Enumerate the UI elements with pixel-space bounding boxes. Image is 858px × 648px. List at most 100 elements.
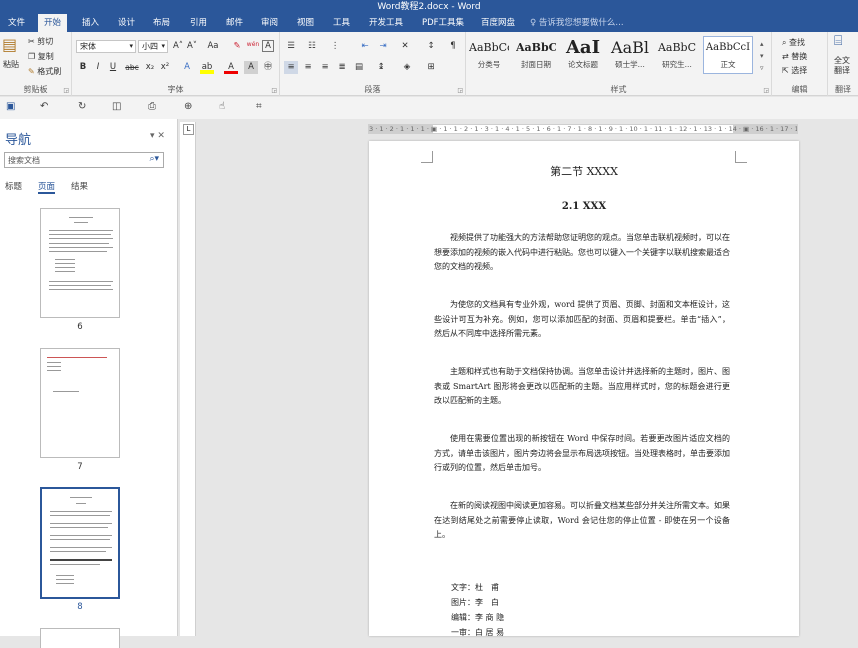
numbering-icon[interactable]: ☷ (305, 40, 319, 53)
subsection-heading: 2.1 XXX (561, 201, 607, 212)
tab-developer[interactable]: 开发工具 (363, 14, 409, 32)
close-icon[interactable]: ▾ ✕ (150, 131, 165, 141)
style-item[interactable]: AaBbC 研究生... (656, 36, 698, 74)
tab-mailings[interactable]: 邮件 (220, 14, 249, 32)
italic-button[interactable]: I (91, 61, 105, 74)
format-painter-button[interactable]: ✎ 格式刷 (28, 66, 61, 77)
shrink-font-button[interactable]: A˅ (185, 40, 199, 53)
tab-design[interactable]: 设计 (112, 14, 141, 32)
credit-line: 文字：杜 甫 (451, 583, 499, 592)
grow-font-button[interactable]: A˄ (171, 40, 185, 53)
tab-layout[interactable]: 布局 (147, 14, 176, 32)
clear-format-button[interactable]: ✎ (230, 40, 244, 53)
paste-icon[interactable]: ▤ (2, 36, 17, 54)
borders-icon[interactable]: ⊞ (424, 61, 438, 74)
replace-icon: ⇄ (782, 52, 789, 61)
tab-file[interactable]: 文件 (2, 14, 31, 32)
print-preview-icon[interactable]: ⎙ (148, 101, 156, 112)
style-item-selected[interactable]: AaBbCcI 正文 (703, 36, 753, 74)
char-border-button[interactable]: A (262, 40, 274, 52)
undo-icon[interactable]: ↶ (40, 101, 48, 112)
credit-line: 编辑：李 商 隐 (451, 613, 505, 622)
bold-button[interactable]: B (76, 61, 90, 74)
style-item[interactable]: AaBl 硕士学... (609, 36, 651, 74)
enclose-char-button[interactable]: ㊥ (261, 61, 275, 74)
paragraph-launcher-icon[interactable]: ◲ (457, 87, 463, 94)
page-thumbnail[interactable] (40, 208, 120, 318)
decrease-indent-icon[interactable]: ⇤ (358, 40, 372, 53)
style-name: 硕士学... (615, 60, 645, 69)
subscript-button[interactable]: x₂ (143, 61, 157, 74)
tab-pages[interactable]: 页面 (38, 180, 56, 194)
search-icon[interactable]: ⌕▾ (149, 154, 159, 164)
shading-icon[interactable]: ◈ (400, 61, 414, 74)
tab-view[interactable]: 视图 (291, 14, 320, 32)
chinese-layout-icon[interactable]: ✕ (398, 40, 412, 53)
font-launcher-icon[interactable]: ◲ (271, 87, 277, 94)
page-thumbnail-selected[interactable] (40, 487, 120, 599)
font-name-select[interactable]: 宋体 ▾ (76, 40, 136, 53)
select-button[interactable]: ⇱ 选择 (782, 65, 807, 76)
customize-icon[interactable]: ⌗ (256, 101, 262, 112)
align-right-icon[interactable]: ≡ (318, 61, 332, 74)
font-size-select[interactable]: 小四 ▾ (138, 40, 168, 53)
underline-button[interactable]: U (106, 61, 120, 74)
page-thumbnail[interactable] (40, 628, 120, 648)
body-paragraph: 主题和样式也有助于文档保持协调。当您单击设计并选择新的主题时，图片、图表或 Sm… (434, 367, 730, 405)
tell-me-box[interactable]: ♀ 告诉我您想要做什么... (530, 14, 624, 32)
justify-icon[interactable]: ≣ (335, 61, 349, 74)
translate-icon[interactable]: ⌸ (834, 34, 842, 48)
search-input[interactable]: 搜索文档 ⌕▾ (4, 152, 164, 168)
paste-button[interactable]: 粘贴 (3, 59, 19, 70)
tab-selector-button[interactable]: L (183, 124, 194, 135)
redo-icon[interactable]: ↻ (78, 101, 86, 112)
replace-button[interactable]: ⇄ 替换 (782, 51, 807, 62)
tab-headings[interactable]: 标题 (5, 180, 22, 192)
copy-button[interactable]: ❐ 复制 (28, 51, 54, 62)
page-thumbnail[interactable] (40, 348, 120, 458)
text-effects-button[interactable]: A (180, 61, 194, 74)
align-center-icon[interactable]: ≡ (301, 61, 315, 74)
zoom-icon[interactable]: ⊕ (184, 101, 192, 112)
save-icon[interactable]: ▣ (6, 101, 15, 112)
line-spacing-icon[interactable]: ↨ (374, 61, 388, 74)
style-item[interactable]: AaI 论文标题 (562, 36, 604, 74)
touch-mode-icon[interactable]: ☝ (219, 101, 225, 112)
full-translate-button[interactable]: 全文翻译 (834, 56, 854, 76)
styles-launcher-icon[interactable]: ◲ (763, 87, 769, 94)
cut-button[interactable]: ✂ 剪切 (28, 36, 53, 47)
bullets-icon[interactable]: ☰ (284, 40, 298, 53)
tab-baidu[interactable]: 百度网盘 (475, 14, 521, 32)
tab-pdf[interactable]: PDF工具集 (416, 14, 470, 32)
tab-insert[interactable]: 插入 (76, 14, 105, 32)
sort-icon[interactable]: ↕ (424, 40, 438, 53)
columns-icon[interactable]: ◫ (112, 101, 121, 112)
style-name: 封面日期 (521, 60, 551, 69)
char-shading-button[interactable]: A (244, 61, 258, 74)
increase-indent-icon[interactable]: ⇥ (376, 40, 390, 53)
tab-home[interactable]: 开始 (38, 14, 68, 32)
pinyin-button[interactable]: wén (246, 38, 260, 51)
align-left-icon[interactable]: ≡ (284, 61, 298, 74)
clipboard-launcher-icon[interactable]: ◲ (63, 87, 69, 94)
find-button[interactable]: ⌕ 查找 (782, 37, 805, 48)
strikethrough-button[interactable]: abc (123, 61, 141, 74)
horizontal-ruler[interactable]: 3 · 1 · 2 · 1 · 1 · 1 · ▣ · 1 · 1 · 2 · … (368, 124, 798, 134)
style-item[interactable]: AaBbC 封面日期 (515, 36, 557, 74)
style-item[interactable]: AaBbCc 分类号 (468, 36, 510, 74)
change-case-button[interactable]: Aa (203, 40, 223, 53)
highlight-button[interactable]: ab (200, 61, 214, 74)
tab-tools[interactable]: 工具 (327, 14, 356, 32)
tab-results[interactable]: 结果 (71, 180, 88, 192)
distributed-icon[interactable]: ▤ (352, 61, 366, 74)
crop-mark (421, 151, 433, 163)
styles-scroll-icon[interactable]: ▴ ▾ ▿ (760, 38, 764, 74)
superscript-button[interactable]: x² (158, 61, 172, 74)
multilevel-list-icon[interactable]: ⋮ (328, 40, 342, 53)
tab-review[interactable]: 审阅 (255, 14, 284, 32)
search-icon: ⌕ (782, 38, 787, 47)
tab-references[interactable]: 引用 (184, 14, 213, 32)
font-color-button[interactable]: A (224, 61, 238, 74)
document-page[interactable]: 第二节 XXXX 2.1 XXX 视频提供了功能强大的方法帮助您证明您的观点。当… (369, 141, 799, 637)
show-marks-icon[interactable]: ¶ (446, 40, 460, 53)
